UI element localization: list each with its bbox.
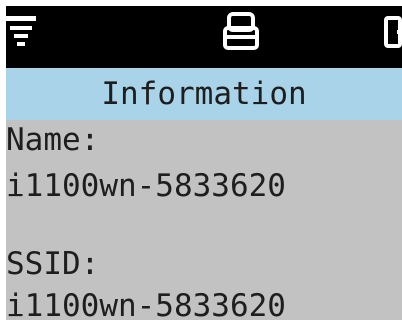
device-screen: Information Name: i1100wn-5833620 SSID: … — [6, 6, 402, 320]
page-title: Information — [6, 68, 402, 120]
printer-icon — [223, 12, 259, 50]
partial-status-icon — [384, 16, 402, 48]
ssid-value: i1100wn-5833620 — [6, 288, 286, 320]
filter-menu-icon[interactable] — [6, 6, 66, 68]
ssid-label: SSID: — [6, 246, 100, 282]
status-bar — [6, 6, 402, 68]
name-value: i1100wn-5833620 — [6, 168, 286, 204]
name-label: Name: — [6, 122, 100, 158]
